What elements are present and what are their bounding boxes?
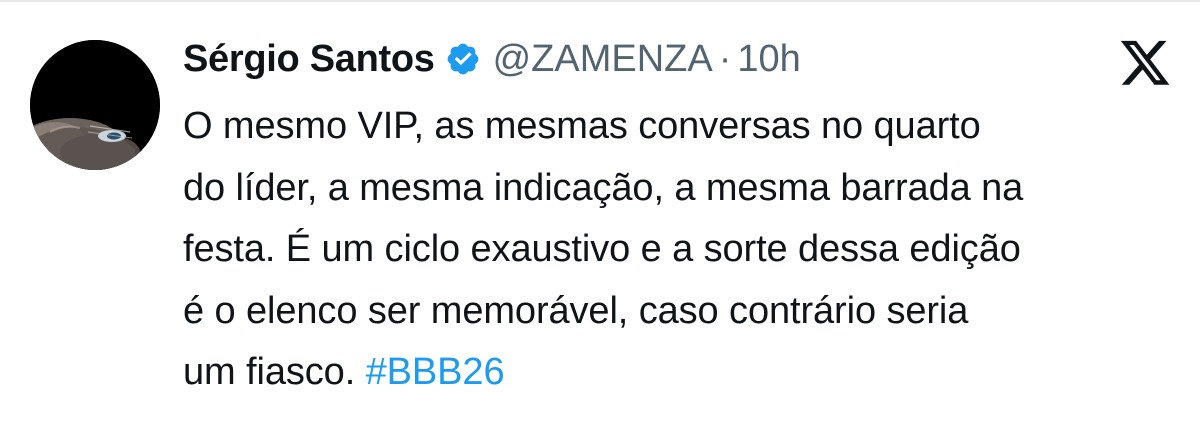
tweet-text-line: é o elenco ser memorável, caso contrário… <box>183 289 969 332</box>
avatar[interactable] <box>30 40 160 170</box>
header-separator: · <box>718 37 732 80</box>
tweet-text-line: do líder, a mesma indicação, a mesma bar… <box>183 166 1024 209</box>
tweet-text-line: festa. É um ciclo exaustivo e a sorte de… <box>183 228 1021 270</box>
tweet-header: Sérgio Santos @ZAMENZA · 10h <box>183 30 801 88</box>
avatar-image <box>30 40 160 170</box>
tweet-text: O mesmo VIP, as mesmas conversas no quar… <box>183 96 1183 404</box>
tweet-timestamp[interactable]: 10h <box>737 38 800 81</box>
tweet-text-line: O mesmo VIP, as mesmas conversas no quar… <box>183 105 981 147</box>
author-handle[interactable]: @ZAMENZA <box>493 38 713 81</box>
hashtag-link[interactable]: #BBB26 <box>366 351 505 393</box>
display-name[interactable]: Sérgio Santos <box>183 38 435 81</box>
tweet-text-last-line: um fiasco. #BBB26 <box>183 342 1183 404</box>
x-logo-icon[interactable] <box>1118 40 1172 90</box>
tweet-card[interactable]: Sérgio Santos @ZAMENZA · 10h O mesmo VIP… <box>0 0 1200 421</box>
tweet-text-line: um fiasco. <box>183 351 366 393</box>
verified-badge-icon <box>447 43 478 75</box>
